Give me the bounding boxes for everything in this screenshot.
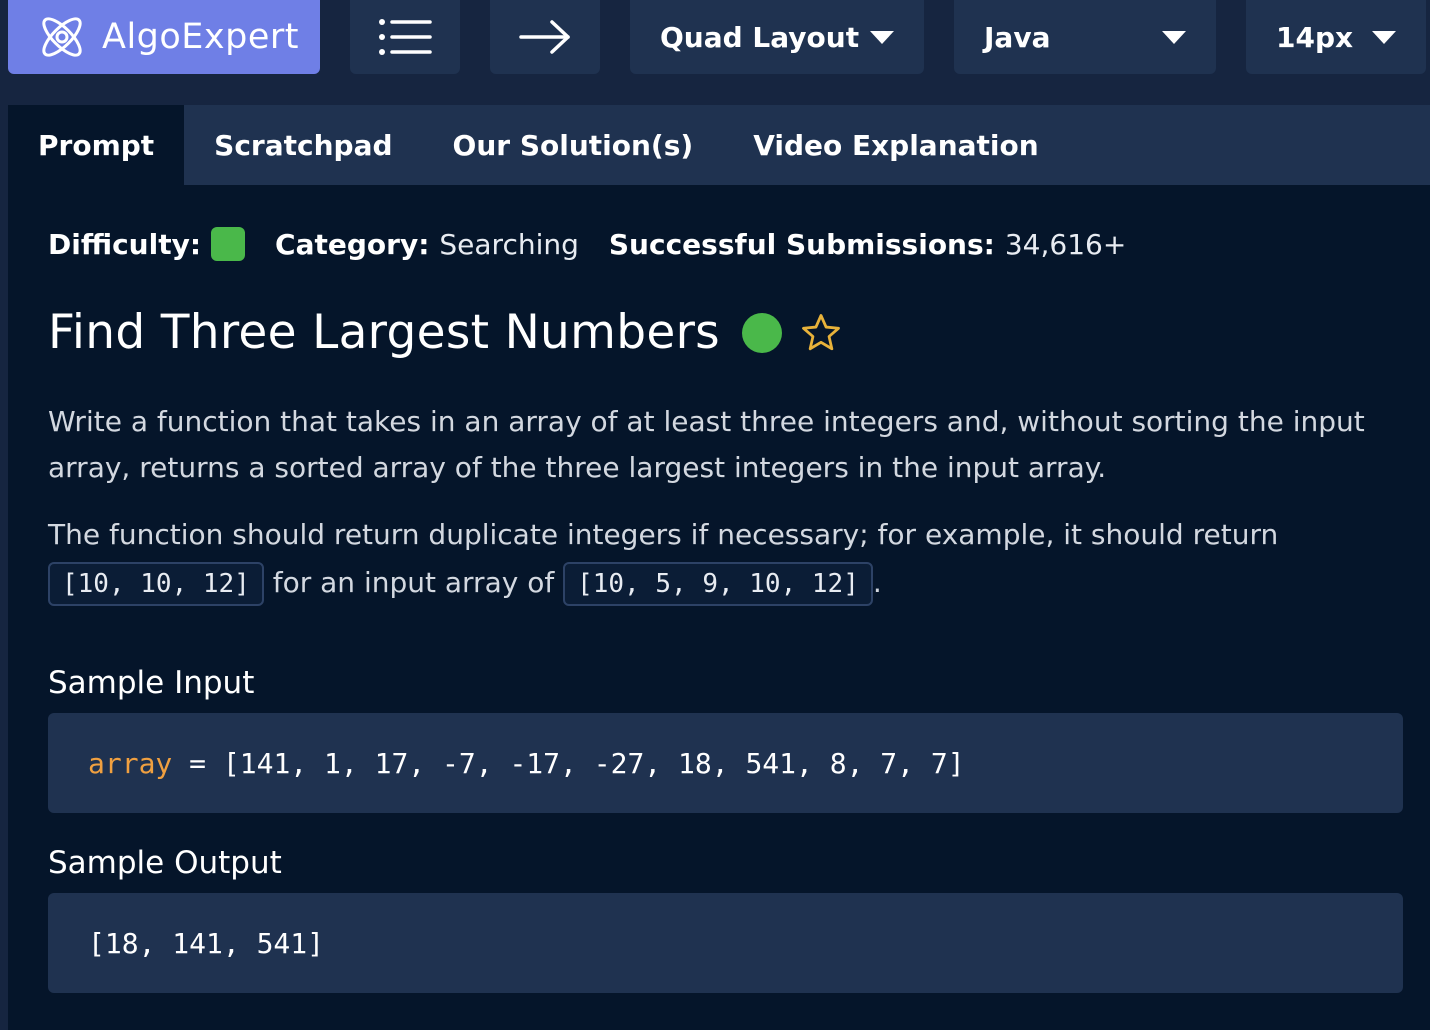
sample-input-code: array = [141, 1, 17, -7, -17, -27, 18, 5…	[48, 713, 1403, 813]
atom-logo-icon	[42, 17, 82, 57]
prompt-text: The function should return duplicate int…	[48, 518, 1279, 551]
prompt-paragraph-2: The function should return duplicate int…	[48, 511, 1398, 607]
difficulty-easy-badge	[211, 227, 246, 261]
code-variable: array	[88, 746, 173, 780]
tab-scratchpad[interactable]: Scratchpad	[184, 105, 422, 185]
page-title: Find Three Largest Numbers	[48, 305, 720, 360]
category-value: Searching	[439, 227, 579, 261]
star-icon[interactable]	[800, 312, 842, 354]
caret-down-icon	[870, 30, 894, 44]
problem-list-button[interactable]	[350, 0, 460, 74]
prompt-text: .	[872, 566, 882, 599]
layout-select-value: Quad Layout	[660, 20, 860, 54]
prompt-text: for an input array of	[263, 566, 564, 599]
font-size-select-value: 14px	[1276, 20, 1354, 54]
inline-code: [10, 5, 9, 10, 12]	[563, 562, 873, 606]
title-row: Find Three Largest Numbers	[48, 305, 842, 360]
difficulty-label: Difficulty:	[48, 227, 202, 261]
category-label: Category:	[275, 227, 430, 261]
submissions-label: Successful Submissions:	[608, 227, 995, 261]
prompt-panel: Prompt Scratchpad Our Solution(s) Video …	[8, 105, 1430, 1030]
tab-bar: Prompt Scratchpad Our Solution(s) Video …	[8, 105, 1430, 185]
language-select-value: Java	[984, 20, 1051, 54]
inline-code: [10, 10, 12]	[48, 562, 264, 606]
tab-our-solutions[interactable]: Our Solution(s)	[423, 105, 724, 185]
code-value: = [141, 1, 17, -7, -17, -27, 18, 541, 8,…	[172, 746, 965, 780]
code-value: [18, 141, 541]	[88, 926, 325, 960]
arrow-right-icon	[519, 20, 570, 54]
layout-select[interactable]: Quad Layout	[630, 0, 924, 74]
logo-button[interactable]: AlgoExpert	[8, 0, 320, 74]
language-select[interactable]: Java	[954, 0, 1216, 74]
list-icon	[379, 19, 432, 55]
caret-down-icon	[1372, 30, 1396, 44]
completed-status-dot	[741, 312, 782, 353]
top-toolbar: AlgoExpert Quad Layout Java 14px	[0, 0, 1430, 88]
submissions-value: 34,616+	[1004, 227, 1127, 261]
prompt-paragraph-1: Write a function that takes in an array …	[48, 405, 1365, 484]
next-question-button[interactable]	[490, 0, 600, 74]
font-size-select[interactable]: 14px	[1246, 0, 1426, 74]
tab-prompt[interactable]: Prompt	[8, 105, 185, 185]
sample-output-code: [18, 141, 541]	[48, 893, 1403, 993]
tab-video-explanation[interactable]: Video Explanation	[723, 105, 1069, 185]
sample-output-heading: Sample Output	[48, 845, 282, 881]
caret-down-icon	[1162, 30, 1186, 44]
sample-input-heading: Sample Input	[48, 665, 255, 701]
logo-text: AlgoExpert	[102, 17, 299, 57]
problem-meta: Difficulty: Category: Searching Successf…	[48, 227, 1156, 261]
